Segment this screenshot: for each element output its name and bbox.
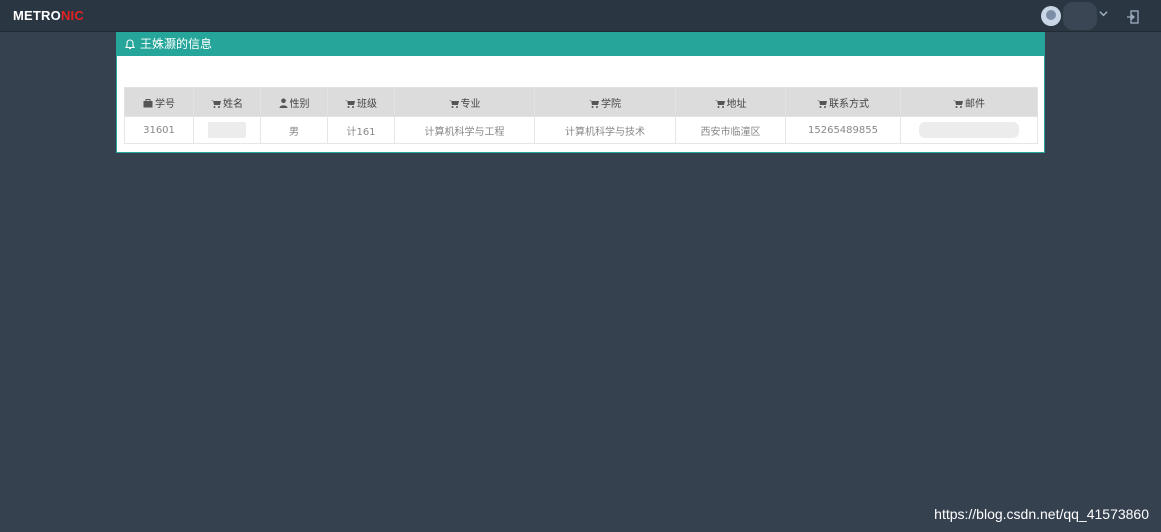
column-header-college: 学院 (534, 87, 676, 117)
cell-address: 西安市临潼区 (675, 116, 786, 144)
logo-text-part1: METRO (13, 8, 61, 23)
top-navbar: METRONIC (0, 0, 1161, 32)
username-redacted[interactable] (1063, 2, 1097, 30)
logout-icon[interactable] (1126, 9, 1140, 24)
cell-major: 计算机科学与工程 (394, 116, 535, 144)
briefcase-icon (143, 98, 153, 107)
panel-header: 王姝灏的信息 (117, 33, 1044, 56)
column-header-name: 姓名 (193, 87, 261, 117)
table-row: 31601 男 计161 计算机科学与工程 计算机科学与技术 西安市临潼区 15… (124, 116, 1038, 144)
column-header-class: 班级 (327, 87, 395, 117)
table-header-row: 学号 姓名 性别 班级 专业 学院 地址 联系方式 邮件 (124, 87, 1038, 117)
cart-icon (589, 99, 599, 108)
panel-title: 王姝灏的信息 (140, 37, 213, 51)
user-icon (279, 98, 287, 108)
logo[interactable]: METRONIC (13, 8, 84, 23)
cell-name (193, 116, 261, 144)
column-header-gender: 性别 (260, 87, 328, 117)
cart-icon (953, 99, 963, 108)
bell-icon (125, 39, 135, 50)
cell-college: 计算机科学与技术 (534, 116, 676, 144)
column-header-phone: 联系方式 (785, 87, 901, 117)
cell-class: 计161 (327, 116, 395, 144)
cell-gender: 男 (260, 116, 328, 144)
column-header-address: 地址 (675, 87, 786, 117)
logo-text-part2: NIC (60, 8, 84, 23)
cell-student-id: 31601 (124, 116, 194, 144)
column-header-email: 邮件 (900, 87, 1038, 117)
cart-icon (448, 99, 459, 108)
user-avatar[interactable] (1041, 6, 1061, 26)
column-header-major: 专业 (394, 87, 535, 117)
cart-icon (817, 99, 827, 108)
student-info-panel: 王姝灏的信息 学号 姓名 性别 班级 专业 学院 地址 联系方式 邮件 3160… (116, 32, 1045, 153)
column-header-student-id: 学号 (124, 87, 194, 117)
avatar-face-icon (1046, 10, 1056, 20)
cell-email (900, 116, 1038, 144)
student-info-table: 学号 姓名 性别 班级 专业 学院 地址 联系方式 邮件 31601 男 计16… (124, 87, 1038, 144)
cart-icon (345, 99, 355, 108)
cart-icon (714, 99, 725, 108)
cell-phone: 15265489855 (785, 116, 901, 144)
chevron-down-icon[interactable] (1099, 9, 1108, 21)
name-redacted (208, 122, 246, 138)
cart-icon (211, 99, 221, 108)
email-redacted (919, 122, 1019, 138)
watermark: https://blog.csdn.net/qq_41573860 (934, 506, 1149, 522)
